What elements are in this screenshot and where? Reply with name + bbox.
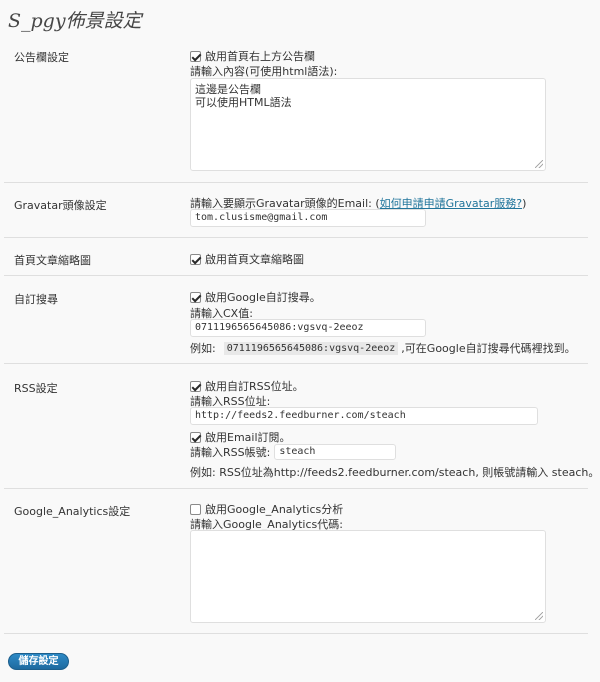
analytics-label: Google_Analytics設定 <box>14 505 131 518</box>
rss-enable-row[interactable]: 啟用自訂RSS位址。 <box>190 378 304 394</box>
rss-email-label: 啟用Email訂閱。 <box>205 431 291 444</box>
gravatar-email-input[interactable]: tom.clusisme@gmail.com <box>190 209 426 227</box>
rss-account-prompt: 請輸入RSS帳號: <box>190 446 271 459</box>
save-settings-button[interactable]: 儲存設定 <box>8 653 69 670</box>
announcement-line-2: 可以使用HTML語法 <box>195 96 292 109</box>
custom-search-enable-checkbox[interactable] <box>190 291 201 303</box>
gravatar-label: Gravatar頭像設定 <box>14 199 107 212</box>
announcement-prompt: 請輸入內容(可使用html語法): <box>190 65 338 78</box>
rss-account-input[interactable]: steach <box>274 444 397 460</box>
analytics-code-textarea[interactable] <box>190 530 546 623</box>
custom-search-example-row: 例如: 0711196565645086:vgsvq-2eeoz ,可在Goog… <box>190 340 576 356</box>
excerpt-enable-row[interactable]: 啟用首頁文章縮略圖 <box>190 251 304 267</box>
excerpt-label: 首頁文章縮略圖 <box>14 254 91 267</box>
rss-url-input[interactable]: http://feeds2.feedburner.com/steach <box>190 407 538 425</box>
divider <box>4 363 588 364</box>
announcement-textarea[interactable]: 這邊是公告欄 可以使用HTML語法 <box>190 78 546 171</box>
analytics-enable-label: 啟用Google_Analytics分析 <box>205 503 344 516</box>
custom-search-enable-row[interactable]: 啟用Google自訂搜尋。 <box>190 289 321 305</box>
rss-email-row[interactable]: 啟用Email訂閱。 <box>190 429 291 445</box>
custom-search-label: 自訂搜尋 <box>14 293 58 306</box>
announcement-enable-row[interactable]: 啟用首頁右上方公告欄 <box>190 48 315 64</box>
analytics-enable-row[interactable]: 啟用Google_Analytics分析 <box>190 501 343 517</box>
custom-search-example-suffix: ,可在Google自訂搜尋代碼裡找到。 <box>401 342 576 355</box>
rss-label: RSS設定 <box>14 382 58 395</box>
analytics-enable-checkbox[interactable] <box>190 503 201 515</box>
page-title: S_pgy佈景設定 <box>8 10 142 32</box>
rss-email-checkbox[interactable] <box>190 431 201 443</box>
excerpt-enable-label: 啟用首頁文章縮略圖 <box>205 253 304 266</box>
rss-account-row: 請輸入RSS帳號: steach <box>190 444 397 460</box>
excerpt-enable-checkbox[interactable] <box>190 253 201 265</box>
divider <box>4 488 588 489</box>
divider <box>4 275 588 276</box>
custom-search-example-code: 0711196565645086:vgsvq-2eeoz <box>223 341 399 355</box>
divider <box>4 182 588 183</box>
divider <box>4 633 588 634</box>
resize-grip-icon[interactable] <box>535 612 543 620</box>
custom-search-example-prefix: 例如: <box>190 342 216 355</box>
announcement-line-1: 這邊是公告欄 <box>195 83 261 96</box>
announcement-enable-label: 啟用首頁右上方公告欄 <box>205 50 315 63</box>
announcement-label: 公告欄設定 <box>14 51 69 64</box>
rss-enable-checkbox[interactable] <box>190 380 201 392</box>
resize-grip-icon[interactable] <box>535 160 543 168</box>
custom-search-cx-input[interactable]: 0711196565645086:vgsvq-2eeoz <box>190 319 426 337</box>
custom-search-enable-label: 啟用Google自訂搜尋。 <box>205 291 321 304</box>
announcement-enable-checkbox[interactable] <box>190 50 201 62</box>
divider <box>4 237 588 238</box>
rss-example: 例如: RSS位址為http://feeds2.feedburner.com/s… <box>190 466 600 479</box>
rss-enable-label: 啟用自訂RSS位址。 <box>205 380 304 393</box>
